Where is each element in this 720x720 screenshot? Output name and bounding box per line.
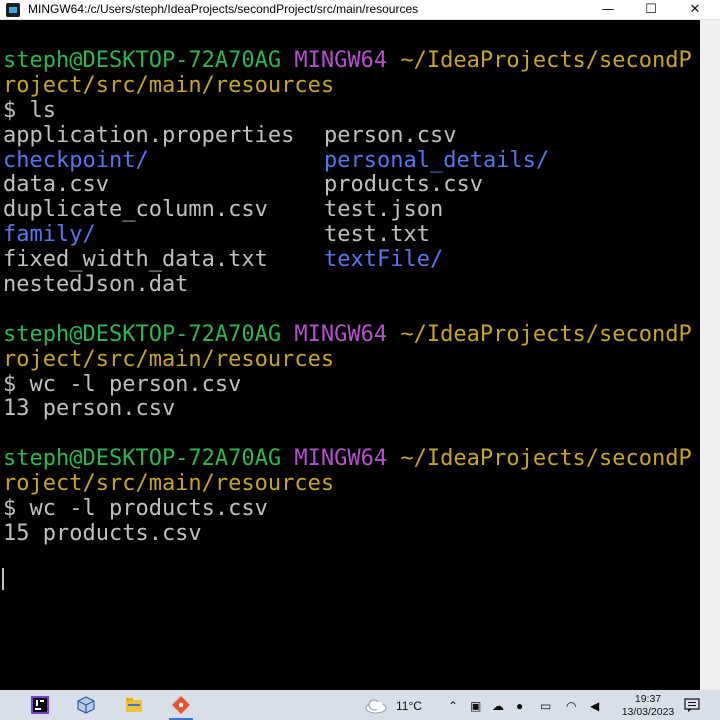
prompt-line: steph@DESKTOP-72A70AG MINGW64 ~/IdeaProj…	[3, 49, 692, 74]
prompt-line: steph@DESKTOP-72A70AG MINGW64 ~/IdeaProj…	[3, 447, 692, 472]
ls-row: nestedJson.dat	[3, 273, 692, 298]
mingw-app-icon	[6, 3, 20, 17]
ls-row: family/test.txt	[3, 223, 692, 248]
taskbar-app-git-bash[interactable]	[163, 690, 199, 720]
ls-row: checkpoint/personal_details/	[3, 149, 692, 174]
ls-row: fixed_width_data.txt textFile/	[3, 248, 692, 273]
ls-entry: products.csv	[324, 173, 483, 198]
prompt-path-continued: roject/src/main/resources	[3, 347, 335, 372]
chevron-up-icon[interactable]: ⌃	[448, 698, 458, 714]
ls-entry: duplicate_column.csv	[3, 198, 268, 223]
maximize-button[interactable]: ☐	[628, 0, 674, 20]
prompt-user: steph@DESKTOP-72A70AG	[3, 447, 282, 472]
command-line: $ ls	[3, 98, 56, 123]
text-cursor	[2, 568, 4, 590]
window-title-bar[interactable]: MINGW64:/c/Users/steph/IdeaProjects/seco…	[0, 0, 720, 20]
ls-row: application.properties person.csv	[3, 124, 692, 149]
ls-entry: data.csv	[3, 173, 109, 198]
volume-icon[interactable]: ◀	[590, 698, 599, 714]
ls-dir-entry: family/	[3, 223, 96, 248]
ls-dir-entry: textFile/	[324, 248, 444, 273]
prompt-user: steph@DESKTOP-72A70AG	[3, 49, 282, 73]
prompt-user: steph@DESKTOP-72A70AG	[3, 322, 282, 347]
ls-entry: nestedJson.dat	[3, 273, 189, 298]
taskbar: 11°C ⌃ ▣ ☁ ● ▭ ◠ ◀ 19:37 13/03/2023	[0, 690, 720, 720]
ls-dir-entry: checkpoint/	[3, 148, 149, 173]
prompt-path-continued: roject/src/main/resources	[3, 472, 335, 497]
terminal-scrollbar[interactable]	[700, 20, 720, 690]
system-clock[interactable]: 19:37 13/03/2023	[618, 693, 678, 719]
cloud-icon[interactable]	[364, 698, 388, 714]
terminal-output[interactable]: steph@DESKTOP-72A70AG MINGW64 ~/IdeaProj…	[0, 20, 700, 690]
prompt-shell: MINGW64	[294, 322, 388, 347]
ls-entry: test.json	[324, 198, 444, 223]
ls-entry: test.txt	[324, 223, 430, 248]
ls-entry: application.properties	[3, 123, 295, 148]
microphone-icon[interactable]: ●	[516, 698, 523, 714]
git-bash-icon	[172, 696, 190, 714]
ls-entry: fixed_width_data.txt	[3, 248, 268, 273]
prompt-path: ~/IdeaProjects/secondP	[400, 447, 692, 472]
clock-time: 19:37	[634, 693, 662, 705]
onedrive-icon[interactable]: ☁	[492, 698, 504, 714]
prompt-line: steph@DESKTOP-72A70AG MINGW64 ~/IdeaProj…	[3, 323, 692, 348]
clock-date: 13/03/2023	[621, 706, 675, 718]
wifi-icon[interactable]: ◠	[566, 698, 576, 714]
network-icon[interactable]: ▣	[470, 698, 481, 714]
taskbar-app-intellij[interactable]	[22, 690, 58, 720]
virtualbox-icon	[77, 696, 95, 714]
ls-dir-entry: personal_details/	[324, 148, 550, 173]
command-line: $ wc -l person.csv	[3, 372, 242, 397]
prompt-path: ~/IdeaProjects/secondP	[400, 322, 692, 347]
taskbar-app-file-explorer[interactable]	[116, 690, 152, 720]
prompt-shell: MINGW64	[294, 49, 388, 73]
intellij-icon	[31, 696, 49, 714]
prompt-path: ~/IdeaProjects/secondP	[400, 49, 692, 73]
prompt-shell: MINGW64	[294, 447, 388, 472]
command-line: $ wc -l products.csv	[3, 497, 268, 522]
command-output: 15 products.csv	[3, 521, 202, 546]
notification-icon[interactable]	[684, 698, 700, 712]
temperature-label[interactable]: 11°C	[396, 698, 422, 714]
ls-row: data.csv products.csv	[3, 173, 692, 198]
close-button[interactable]: ✕	[672, 0, 718, 20]
minimize-button[interactable]: —	[585, 0, 631, 20]
file-explorer-icon	[126, 698, 142, 712]
command-output: 13 person.csv	[3, 397, 176, 422]
ls-entry: person.csv	[324, 123, 457, 148]
prompt-path-continued: roject/src/main/resources	[3, 73, 335, 98]
ls-row: duplicate_column.csv test.json	[3, 198, 692, 223]
window-title: MINGW64:/c/Users/steph/IdeaProjects/seco…	[28, 2, 419, 16]
taskbar-app-virtualbox[interactable]	[68, 690, 104, 720]
keyboard-icon[interactable]: ▭	[540, 698, 551, 714]
